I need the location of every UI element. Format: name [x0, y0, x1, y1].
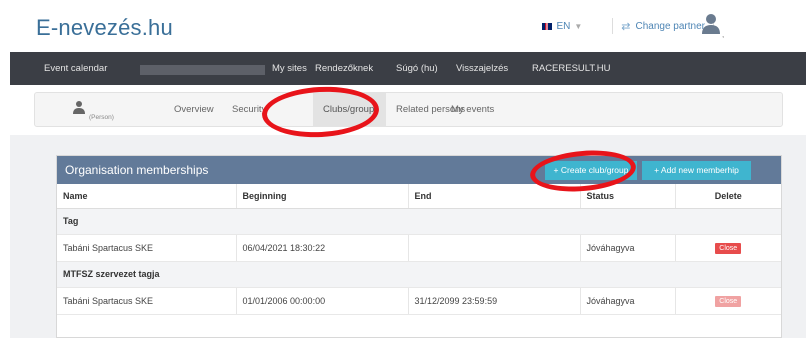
tab-security[interactable]: Security: [232, 104, 266, 115]
add-membership-button[interactable]: + Add new memberhip: [642, 161, 751, 180]
column-name: Name: [57, 184, 237, 209]
cell-name: Tabáni Spartacus SKE: [57, 287, 237, 315]
user-icon[interactable]: [700, 12, 722, 38]
cell-name: Tabáni Spartacus SKE: [57, 234, 237, 262]
language-selector[interactable]: EN ▼: [542, 21, 582, 32]
nav-my-sites[interactable]: My sites: [272, 63, 307, 74]
cell-status: Jóváhagyva: [580, 234, 676, 262]
tab-overview[interactable]: Overview: [174, 104, 214, 115]
swap-icon: ⇄: [621, 20, 631, 33]
person-label: (Person): [89, 114, 114, 121]
memberships-panel: Organisation memberships + Create club/g…: [56, 155, 782, 338]
site-logo[interactable]: E-nevezés.hu: [36, 15, 173, 41]
nav-event-calendar[interactable]: Event calendar: [44, 63, 107, 74]
cell-delete: Close: [675, 234, 781, 262]
memberships-table: Name Beginning End Status Delete Tag Tab…: [57, 184, 781, 315]
table-row: Tabáni Spartacus SKE 01/01/2006 00:00:00…: [57, 287, 781, 315]
header-actions: EN ▼ ⇄ Change partner: [542, 18, 722, 34]
change-partner-label: Change partner: [635, 20, 706, 32]
header-divider: [612, 18, 614, 34]
cell-end: 31/12/2099 23:59:59: [408, 287, 581, 315]
change-partner-link[interactable]: ⇄ Change partner: [621, 20, 705, 33]
cell-beginning: 01/01/2006 00:00:00: [236, 287, 409, 315]
main-navbar: Event calendar My sites Rendezőknek Súgó…: [10, 52, 806, 85]
panel-header: Organisation memberships + Create club/g…: [57, 156, 781, 184]
chevron-down-icon: ▼: [574, 21, 583, 31]
top-header: E-nevezés.hu EN ▼ ⇄ Change partner ,: [0, 0, 806, 52]
profile-subnav: (Person) Overview Security Clubs/groups …: [34, 92, 783, 127]
uk-flag-icon: [542, 22, 553, 30]
close-button[interactable]: Close: [715, 242, 742, 254]
group-row: MTFSZ szervezet tagja: [57, 261, 781, 288]
cell-end: [408, 234, 581, 262]
panel-title: Organisation memberships: [65, 163, 209, 177]
person-icon: [73, 101, 85, 114]
tab-my-events[interactable]: My events: [451, 104, 494, 115]
group-row: Tag: [57, 208, 781, 235]
group-label: MTFSZ szervezet tagja: [57, 261, 781, 288]
create-club-button[interactable]: + Create club/group: [545, 161, 637, 180]
cell-beginning: 06/04/2021 18:30:22: [236, 234, 409, 262]
redacted-block: [140, 65, 265, 75]
tab-clubs-groups[interactable]: Clubs/groups: [323, 104, 379, 115]
user-name[interactable]: ,: [722, 30, 724, 39]
cell-delete: Close: [675, 287, 781, 315]
nav-raceresult[interactable]: RACERESULT.HU: [532, 63, 610, 74]
cell-status: Jóváhagyva: [580, 287, 676, 315]
language-label: EN: [556, 20, 571, 32]
group-label: Tag: [57, 208, 781, 235]
column-beginning: Beginning: [236, 184, 409, 209]
nav-sugo[interactable]: Súgó (hu): [396, 63, 438, 74]
nav-visszajelzes[interactable]: Visszajelzés: [456, 63, 508, 74]
close-button[interactable]: Close: [715, 295, 742, 307]
table-header-row: Name Beginning End Status Delete: [57, 184, 781, 209]
column-delete: Delete: [675, 184, 781, 209]
nav-rendezoknek[interactable]: Rendezőknek: [315, 63, 373, 74]
column-status: Status: [580, 184, 676, 209]
table-row: Tabáni Spartacus SKE 06/04/2021 18:30:22…: [57, 234, 781, 262]
column-end: End: [408, 184, 581, 209]
